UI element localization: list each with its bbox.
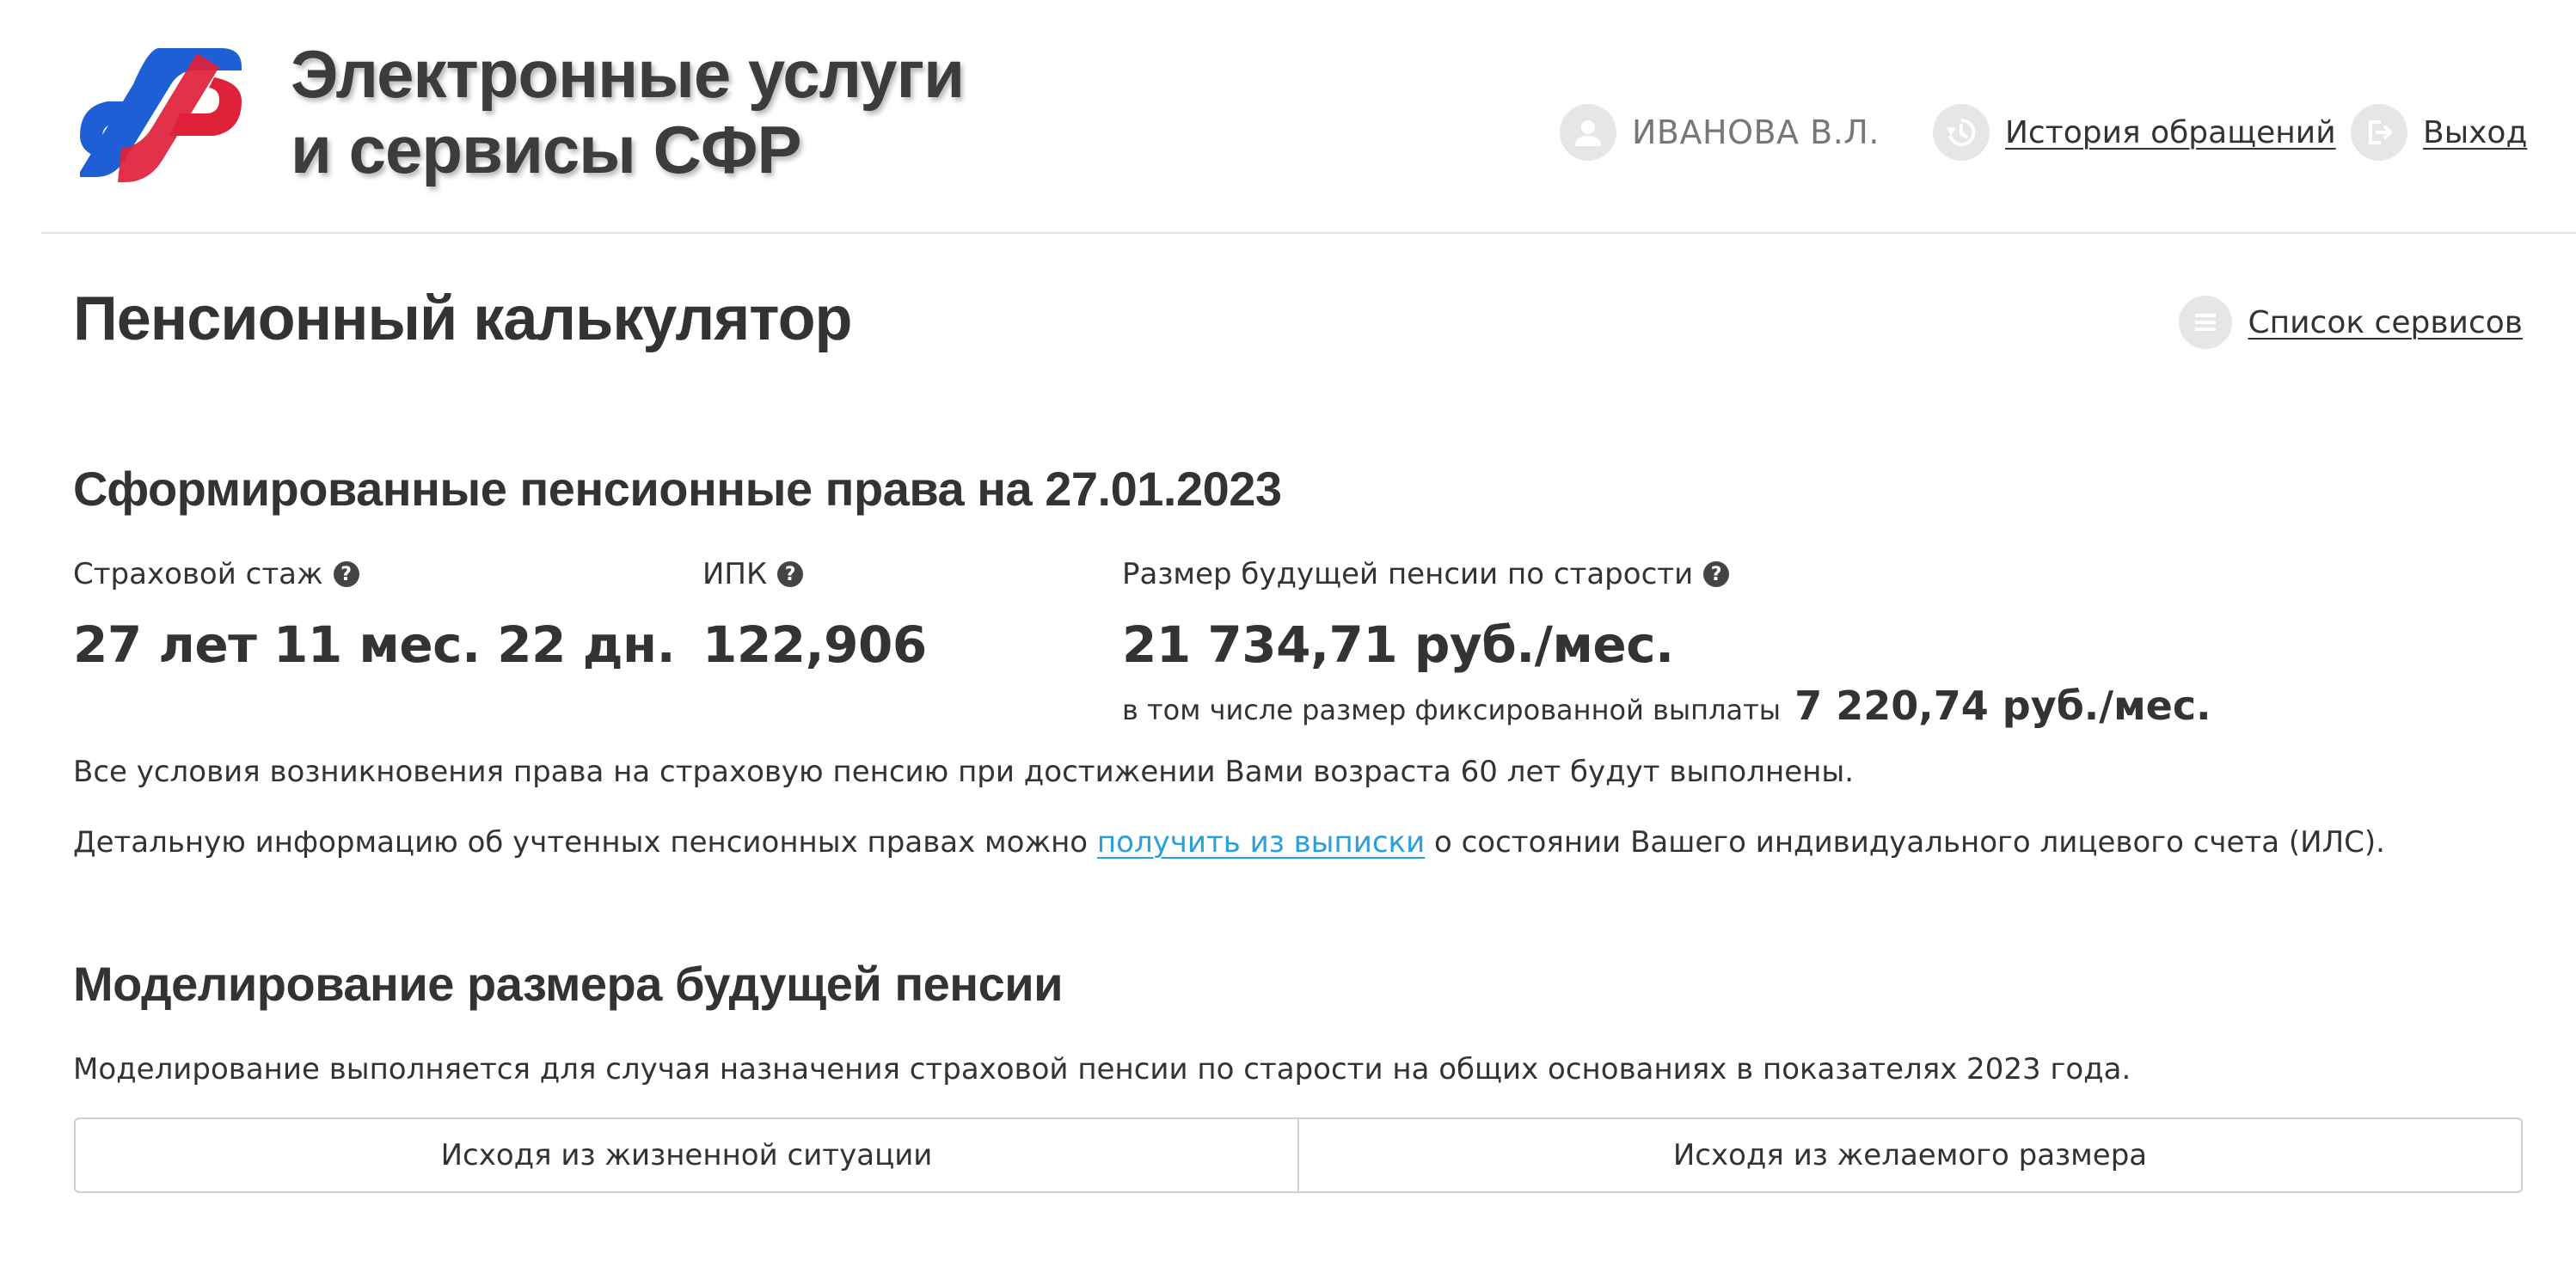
rights-section-title: Сформированные пенсионные права на 27.01… bbox=[73, 462, 1282, 516]
ipk-value: 122,906 bbox=[702, 615, 927, 674]
logout-icon bbox=[2351, 104, 2407, 161]
services-list-link[interactable]: Список сервисов bbox=[2248, 305, 2523, 340]
experience-value: 27 лет 11 мес. 22 дн. bbox=[73, 615, 676, 674]
fixed-payment-line: в том числе размер фиксированной выплаты… bbox=[1122, 682, 2211, 729]
details-text-before: Детальную информацию об учтенных пенсион… bbox=[73, 825, 1097, 860]
pension-label: Размер будущей пенсии по старости bbox=[1122, 557, 1694, 591]
brand-title-line2: и сервисы СФР bbox=[291, 112, 802, 187]
details-text-after: о состоянии Вашего индивидуального лицев… bbox=[1425, 825, 2385, 860]
experience-label: Страховой стаж bbox=[73, 557, 323, 591]
user-menu[interactable]: ИВАНОВА В.Л. bbox=[1560, 101, 1880, 163]
page-title: Пенсионный калькулятор bbox=[73, 285, 853, 353]
sfr-logo-icon bbox=[80, 48, 242, 182]
fixed-payment-prefix: в том числе размер фиксированной выплаты bbox=[1122, 694, 1782, 726]
brand-title: Электронные услуги и сервисы СФР bbox=[291, 36, 965, 187]
services-list-nav[interactable]: Список сервисов bbox=[2179, 296, 2523, 349]
brand-title-line1: Электронные услуги bbox=[291, 36, 965, 112]
conditions-text: Все условия возникновения права на страх… bbox=[73, 755, 1854, 789]
modeling-description: Моделирование выполняется для случая наз… bbox=[73, 1052, 2131, 1086]
ipk-label: ИПК bbox=[702, 557, 768, 591]
pension-value: 21 734,71 руб./мес. bbox=[1122, 615, 1674, 674]
user-name: ИВАНОВА В.Л. bbox=[1632, 113, 1880, 151]
statement-link[interactable]: получить из выписки bbox=[1097, 825, 1425, 860]
modeling-tabs: Исходя из жизненной ситуации Исходя из ж… bbox=[74, 1117, 2523, 1193]
details-text: Детальную информацию об учтенных пенсион… bbox=[73, 825, 2385, 860]
user-icon bbox=[1560, 104, 1616, 161]
history-icon bbox=[1933, 104, 1990, 161]
tab-life-situation[interactable]: Исходя из жизненной ситуации bbox=[76, 1119, 1297, 1191]
tab-desired-amount[interactable]: Исходя из желаемого размера bbox=[1297, 1119, 2521, 1191]
fixed-payment-value: 7 220,74 руб./мес. bbox=[1794, 682, 2211, 729]
pension-label-wrap: Размер будущей пенсии по старости ? bbox=[1122, 557, 1730, 591]
sfr-logo[interactable] bbox=[73, 41, 247, 189]
history-link[interactable]: История обращений bbox=[2005, 115, 2336, 150]
help-icon[interactable]: ? bbox=[333, 561, 359, 587]
experience-label-wrap: Страховой стаж ? bbox=[73, 557, 359, 591]
history-nav[interactable]: История обращений bbox=[1933, 101, 2336, 163]
header-divider bbox=[41, 232, 2576, 234]
list-icon bbox=[2179, 296, 2233, 349]
logout-link[interactable]: Выход bbox=[2423, 115, 2527, 150]
help-icon[interactable]: ? bbox=[1703, 561, 1730, 587]
ipk-label-wrap: ИПК ? bbox=[702, 557, 804, 591]
logout-nav[interactable]: Выход bbox=[2351, 101, 2527, 163]
modeling-section-title: Моделирование размера будущей пенсии bbox=[73, 957, 1064, 1011]
help-icon[interactable]: ? bbox=[777, 561, 804, 587]
